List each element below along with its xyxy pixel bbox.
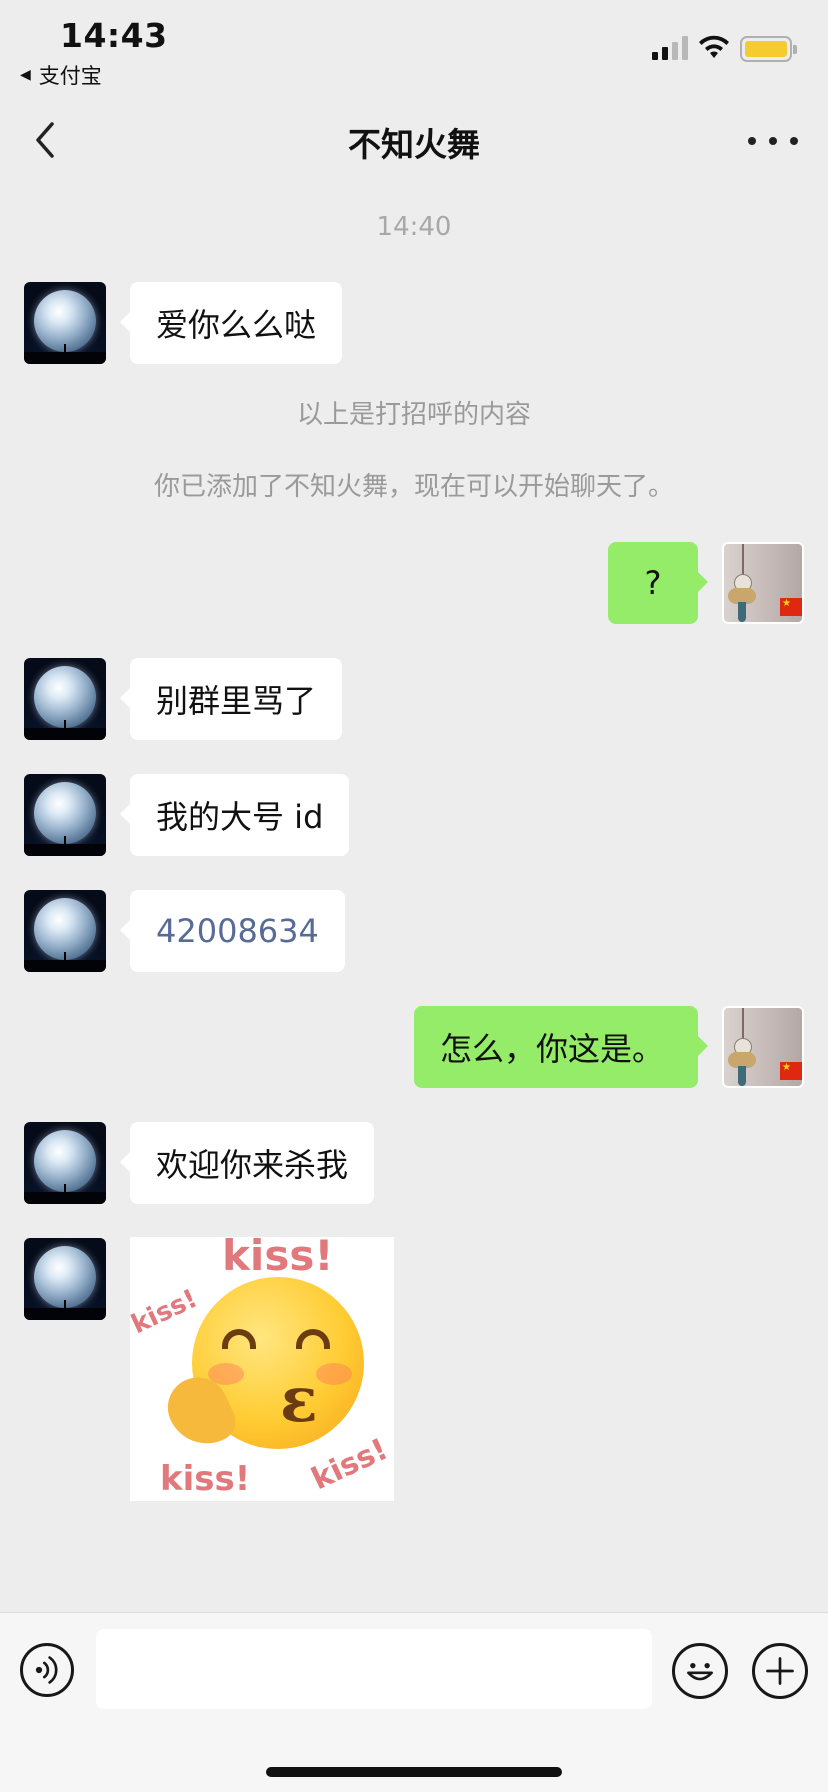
message-bubble[interactable]: 欢迎你来杀我 [119,1122,375,1204]
contact-avatar[interactable] [24,658,106,740]
home-indicator[interactable] [266,1767,562,1777]
my-avatar[interactable]: ★ [722,1006,804,1088]
cellular-signal-icon [652,36,688,60]
message-bubble[interactable]: ? [608,542,708,624]
voice-icon[interactable] [20,1643,74,1697]
china-flag-icon: ★ [780,598,802,616]
contact-avatar[interactable] [24,774,106,856]
chat-header: 不知火舞 [0,96,828,184]
message-bubble[interactable]: 我的大号 id [119,774,350,856]
plus-icon[interactable] [752,1643,808,1699]
message-bubble[interactable]: 怎么，你这是。 [414,1006,708,1088]
sticker-text: kiss! [130,1283,203,1341]
battery-icon [740,36,797,62]
back-to-app-link[interactable]: ◀ 支付宝 [20,60,102,90]
message-bubble[interactable]: 别群里骂了 [119,658,343,740]
status-time: 14:43 [60,16,168,55]
contact-avatar[interactable] [24,890,106,972]
back-triangle-icon: ◀ [20,67,31,83]
sticker-text: kiss! [306,1431,394,1498]
contact-avatar[interactable] [24,1122,106,1204]
message-bubble[interactable]: 42008634 [120,890,345,972]
wifi-icon [699,35,729,58]
kiss-sticker[interactable]: ε kiss! kiss! kiss! kiss! [130,1237,394,1501]
contact-avatar[interactable] [24,1238,106,1320]
ellipsis-icon[interactable] [748,126,798,156]
message-input[interactable] [96,1629,652,1709]
system-message: 你已添加了不知火舞，现在可以开始聊天了。 [153,472,674,502]
my-avatar[interactable]: ★ [722,542,804,624]
message-timestamp: 14:40 [376,212,452,242]
sticker-text: kiss! [222,1237,334,1280]
status-bar: 14:43 ◀ 支付宝 [0,0,828,96]
message-bubble[interactable]: 爱你么么哒 [119,282,343,364]
input-bar [0,1612,828,1792]
system-message: 以上是打招呼的内容 [296,400,531,430]
contact-avatar[interactable] [24,282,106,364]
back-app-label: 支付宝 [38,64,102,88]
chat-title: 不知火舞 [348,125,480,164]
sticker-text: kiss! [160,1459,251,1499]
china-flag-icon: ★ [780,1062,802,1080]
emoji-icon[interactable] [672,1643,728,1699]
